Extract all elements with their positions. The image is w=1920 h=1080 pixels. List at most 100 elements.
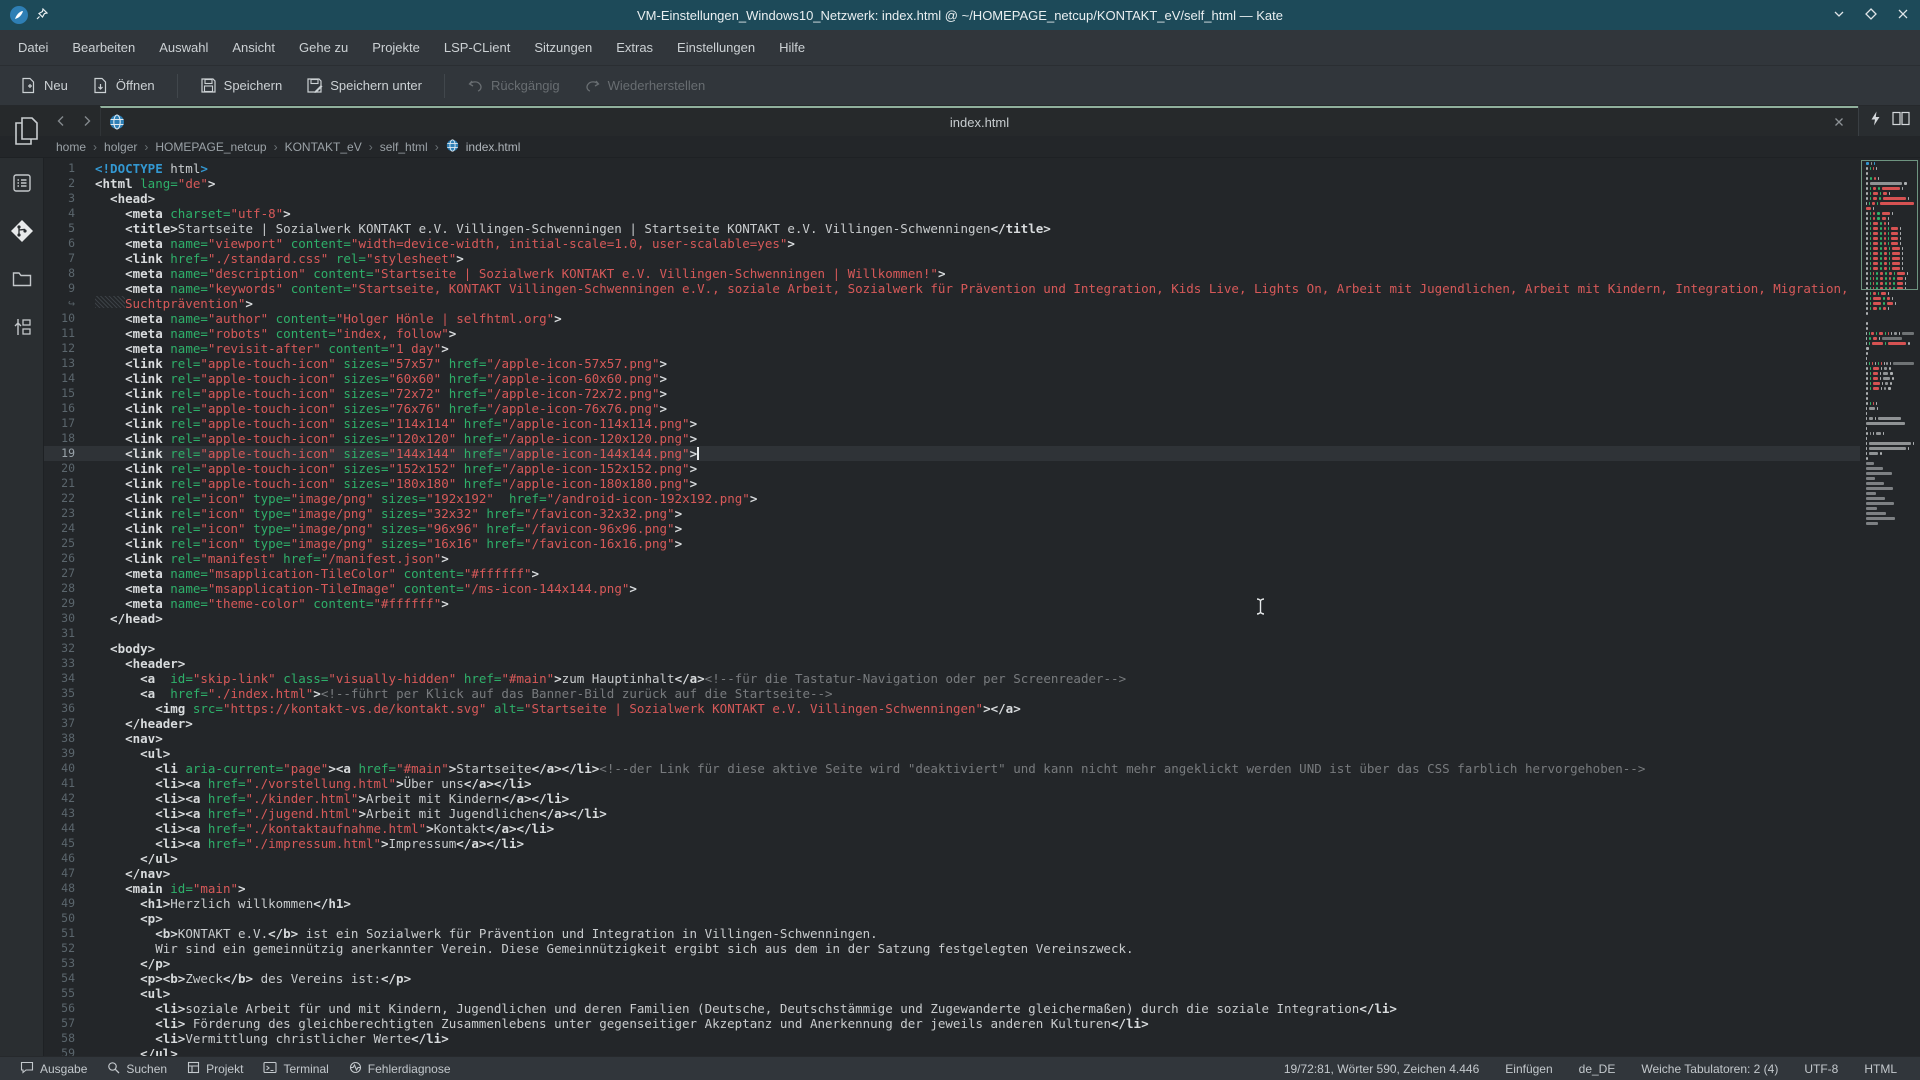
minimap-scrollbar[interactable] (1860, 158, 1920, 1056)
code-line[interactable]: 5 <title>Startseite | Sozialwerk KONTAKT… (44, 221, 1860, 236)
menu-einstellungen[interactable]: Einstellungen (667, 34, 765, 61)
dictionary-status[interactable]: de_DE (1566, 1062, 1629, 1076)
breadcrumb-self-html[interactable]: self_html (380, 140, 428, 154)
code-line[interactable]: ↪Suchtprävention"> (44, 296, 1860, 311)
code-line[interactable]: 58 <li>Vermittlung christlicher Werte</l… (44, 1031, 1860, 1046)
code-line[interactable]: 34 <a id="skip-link" class="visually-hid… (44, 671, 1860, 686)
back-icon[interactable] (48, 106, 74, 136)
code-line[interactable]: 57 <li> Förderung des gleichberechtigten… (44, 1016, 1860, 1031)
code-line[interactable]: 25 <link rel="icon" type="image/png" siz… (44, 536, 1860, 551)
code-line[interactable]: 16 <link rel="apple-touch-icon" sizes="7… (44, 401, 1860, 416)
code-line[interactable]: 15 <link rel="apple-touch-icon" sizes="7… (44, 386, 1860, 401)
minimap-viewport[interactable] (1861, 160, 1918, 290)
menu-auswahl[interactable]: Auswahl (149, 34, 218, 61)
code-line[interactable]: 1<!DOCTYPE html> (44, 161, 1860, 176)
code-line[interactable]: 4 <meta charset="utf-8"> (44, 206, 1860, 221)
panel-projekt[interactable]: Projekt (177, 1057, 253, 1080)
code-line[interactable]: 26 <link rel="manifest" href="/manifest.… (44, 551, 1860, 566)
forward-icon[interactable] (74, 106, 100, 136)
code-line[interactable]: 41 <li><a href="./vorstellung.html">Über… (44, 776, 1860, 791)
quick-open-icon[interactable] (1869, 111, 1882, 131)
code-line[interactable]: 33 <header> (44, 656, 1860, 671)
panel-ausgabe[interactable]: Ausgabe (10, 1057, 97, 1080)
code-line[interactable]: 36 <img src="https://kontakt-vs.de/konta… (44, 701, 1860, 716)
menu-bearbeiten[interactable]: Bearbeiten (62, 34, 145, 61)
code-line[interactable]: 54 <p><b>Zweck</b> des Vereins ist:</p> (44, 971, 1860, 986)
open-button[interactable]: Öffnen (82, 71, 165, 100)
breadcrumb-home[interactable]: home (56, 140, 86, 154)
code-line[interactable]: 2<html lang="de"> (44, 176, 1860, 191)
code-line[interactable]: 46 </ul> (44, 851, 1860, 866)
pin-icon[interactable] (36, 8, 48, 23)
code-line[interactable]: 8 <meta name="description" content="Star… (44, 266, 1860, 281)
code-line[interactable]: 38 <nav> (44, 731, 1860, 746)
code-line[interactable]: 9 <meta name="keywords" content="Startse… (44, 281, 1860, 296)
menu-hilfe[interactable]: Hilfe (769, 34, 815, 61)
menu-lsp-client[interactable]: LSP-CLient (434, 34, 520, 61)
git-icon[interactable] (9, 218, 35, 244)
documents-list-icon[interactable] (9, 170, 35, 196)
redo-button[interactable]: Wiederherstellen (574, 71, 716, 100)
tab-index-html[interactable]: index.html (100, 106, 1858, 136)
code-line[interactable]: 29 <meta name="theme-color" content="#ff… (44, 596, 1860, 611)
input-mode-status[interactable]: Einfügen (1492, 1062, 1565, 1076)
code-line[interactable]: 45 <li><a href="./impressum.html">Impres… (44, 836, 1860, 851)
code-line[interactable]: 23 <link rel="icon" type="image/png" siz… (44, 506, 1860, 521)
code-line[interactable]: 7 <link href="./standard.css" rel="style… (44, 251, 1860, 266)
panel-fehlerdiagnose[interactable]: Fehlerdiagnose (339, 1057, 461, 1080)
code-line[interactable]: 27 <meta name="msapplication-TileColor" … (44, 566, 1860, 581)
code-line[interactable]: 53 </p> (44, 956, 1860, 971)
documents-stack-icon[interactable] (6, 108, 46, 154)
code-line[interactable]: 37 </header> (44, 716, 1860, 731)
code-line[interactable]: 35 <a href="./index.html"><!--führt per … (44, 686, 1860, 701)
code-line[interactable]: 19 <link rel="apple-touch-icon" sizes="1… (44, 446, 1860, 461)
code-line[interactable]: 47 </nav> (44, 866, 1860, 881)
code-line[interactable]: 44 <li><a href="./kontaktaufnahme.html">… (44, 821, 1860, 836)
code-line[interactable]: 6 <meta name="viewport" content="width=d… (44, 236, 1860, 251)
menu-sitzungen[interactable]: Sitzungen (524, 34, 602, 61)
code-line[interactable]: 17 <link rel="apple-touch-icon" sizes="1… (44, 416, 1860, 431)
code-line[interactable]: 56 <li>soziale Arbeit für und mit Kinder… (44, 1001, 1860, 1016)
menu-projekte[interactable]: Projekte (362, 34, 430, 61)
save-button[interactable]: Speichern (190, 71, 293, 100)
code-line[interactable]: 10 <meta name="author" content="Holger H… (44, 311, 1860, 326)
minimize-button[interactable] (1832, 7, 1846, 24)
code-line[interactable]: 49 <h1>Herzlich willkommen</h1> (44, 896, 1860, 911)
menu-gehe-zu[interactable]: Gehe zu (289, 34, 358, 61)
code-line[interactable]: 43 <li><a href="./jugend.html">Arbeit mi… (44, 806, 1860, 821)
code-line[interactable]: 32 <body> (44, 641, 1860, 656)
code-line[interactable]: 48 <main id="main"> (44, 881, 1860, 896)
code-line[interactable]: 40 <li aria-current="page"><a href="#mai… (44, 761, 1860, 776)
code-line[interactable]: 42 <li><a href="./kinder.html">Arbeit mi… (44, 791, 1860, 806)
breadcrumb-file[interactable]: index.html (466, 140, 521, 154)
titlebar[interactable]: VM-Einstellungen_Windows10_Netzwerk: ind… (0, 0, 1920, 30)
new-button[interactable]: Neu (10, 71, 78, 100)
tab-close-icon[interactable] (1832, 115, 1846, 132)
code-line[interactable]: 3 <head> (44, 191, 1860, 206)
panel-suchen[interactable]: Suchen (97, 1057, 177, 1080)
code-line[interactable]: 52 Wir sind ein gemeinnützig anerkannter… (44, 941, 1860, 956)
undo-button[interactable]: Rückgängig (457, 71, 570, 100)
code-line[interactable]: 30 </head> (44, 611, 1860, 626)
code-line[interactable]: 50 <p> (44, 911, 1860, 926)
menu-ansicht[interactable]: Ansicht (222, 34, 285, 61)
code-line[interactable]: 11 <meta name="robots" content="index, f… (44, 326, 1860, 341)
code-line[interactable]: 31 (44, 626, 1860, 641)
code-line[interactable]: 18 <link rel="apple-touch-icon" sizes="1… (44, 431, 1860, 446)
code-line[interactable]: 22 <link rel="icon" type="image/png" siz… (44, 491, 1860, 506)
panel-terminal[interactable]: Terminal (253, 1057, 338, 1080)
code-editor[interactable]: 1<!DOCTYPE html>2<html lang="de">3 <head… (44, 158, 1860, 1056)
folder-icon[interactable] (9, 266, 35, 292)
code-line[interactable]: 20 <link rel="apple-touch-icon" sizes="1… (44, 461, 1860, 476)
tab-mode-status[interactable]: Weiche Tabulatoren: 2 (4) (1628, 1062, 1791, 1076)
code-line[interactable]: 39 <ul> (44, 746, 1860, 761)
code-line[interactable]: 21 <link rel="apple-touch-icon" sizes="1… (44, 476, 1860, 491)
breadcrumb-homepage-netcup[interactable]: HOMEPAGE_netcup (155, 140, 266, 154)
code-line[interactable]: 24 <link rel="icon" type="image/png" siz… (44, 521, 1860, 536)
code-line[interactable]: 55 <ul> (44, 986, 1860, 1001)
commits-branch-icon[interactable] (9, 314, 35, 340)
code-line[interactable]: 51 <b>KONTAKT e.V.</b> ist ein Sozialwer… (44, 926, 1860, 941)
menu-datei[interactable]: Datei (8, 34, 58, 61)
split-view-icon[interactable] (1892, 111, 1910, 131)
breadcrumb-kontakt-ev[interactable]: KONTAKT_eV (285, 140, 362, 154)
